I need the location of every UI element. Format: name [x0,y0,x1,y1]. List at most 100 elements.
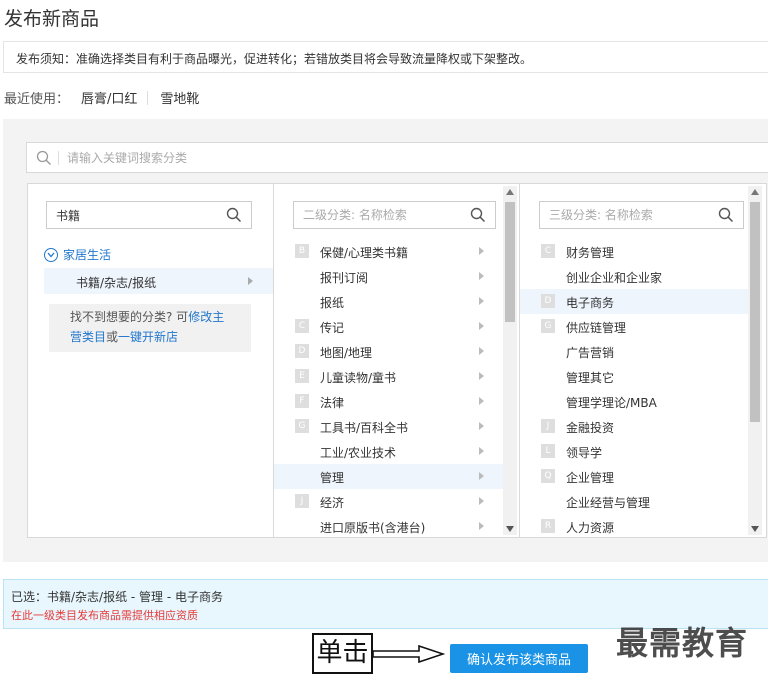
caret-right-icon [248,277,253,285]
level2-item-label: 工具书/百科全书 [320,421,409,435]
page-title: 发布新商品 [4,8,100,30]
open-new-store-link[interactable]: 一键开新店 [118,330,178,344]
scroll-up-icon[interactable] [506,189,514,195]
caret-right-icon [479,247,484,255]
level3-scrollbar[interactable] [748,186,762,535]
search-icon[interactable] [718,207,734,223]
level2-scroll-thumb[interactable] [505,202,515,322]
level3-item-label: 金融投资 [566,421,615,435]
level3-scroll-thumb[interactable] [750,202,760,422]
recent-item-snow-boots[interactable]: 雪地靴 [160,88,199,107]
level2-item-label: 管理 [320,471,345,485]
level2-item-label: 报纸 [320,296,345,310]
level2-item[interactable]: J 经济 [274,489,503,514]
level3-item-label: 电子商务 [566,296,615,310]
not-found-or: 或 [106,330,119,344]
recent-divider [147,90,149,105]
level3-search-box[interactable] [539,201,744,229]
level2-search-input[interactable] [303,206,453,224]
level2-list: B 保健/心理类书籍报刊订阅报纸 C 传记 D 地图/地理 E 儿童读物/童书 F 法律 G 工具书/… [274,239,503,537]
confirm-publish-button[interactable]: 确认发布该类商品 [450,644,588,673]
index-letter-badge: J [295,494,309,508]
level2-item-label: 报刊订阅 [320,271,369,285]
caret-right-icon [479,522,484,530]
level2-item[interactable]: 进口原版书(含港台) [274,514,503,537]
level3-item-label: 管理其它 [566,371,615,385]
level2-item[interactable]: C 传记 [274,314,503,339]
modify-main-category-link-a[interactable]: 修改主 [188,310,224,324]
recent-used-label: 最近使用： [4,92,70,107]
caret-right-icon [479,397,484,405]
category-search-input[interactable] [67,148,667,168]
level2-item[interactable]: 报纸 [274,289,503,314]
level3-item-label: 广告营销 [566,346,615,360]
caret-right-icon [479,272,484,280]
level2-item-label: 传记 [320,321,345,335]
recent-item-lipstick[interactable]: 唇膏/口红 [81,88,137,107]
level2-item[interactable]: B 保健/心理类书籍 [274,239,503,264]
level3-item[interactable]: 管理学理论/MBA [520,389,748,414]
level3-column: C 财务管理创业企业和企业家 D 电子商务 G 供应链管理广告营销管理其它管理学理论/MB… [519,183,767,538]
search-icon [36,150,51,165]
level2-item[interactable]: 报刊订阅 [274,264,503,289]
scroll-down-icon[interactable] [751,526,759,532]
not-found-text: 找不到想要的分类? 可 [70,310,189,324]
publish-notice-text: 发布须知：准确选择类目有利于商品曝光，促进转化；若错放类目将会导致流量降权或下架… [16,52,533,66]
level2-item-label: 工业/农业技术 [320,446,397,460]
level3-item[interactable]: 管理其它 [520,364,748,389]
level2-item[interactable]: F 法律 [274,389,503,414]
level1-search-input[interactable] [56,206,206,224]
index-letter-badge: C [295,319,309,333]
level3-item[interactable]: C 财务管理 [520,239,748,264]
level3-item[interactable]: G 供应链管理 [520,314,748,339]
level3-item[interactable]: J 金融投资 [520,414,748,439]
level2-item[interactable]: 工业/农业技术 [274,439,503,464]
category-search-bar[interactable] [26,142,768,173]
arrow-right-icon [373,645,445,663]
index-letter-badge: G [541,319,555,333]
level2-item[interactable]: D 地图/地理 [274,339,503,364]
level3-item[interactable]: 创业企业和企业家 [520,264,748,289]
level3-item[interactable]: D 电子商务 [520,289,748,314]
caret-right-icon [479,472,484,480]
level3-item-label: 人力资源 [566,521,615,535]
recent-used: 最近使用： 唇膏/口红 雪地靴 [4,88,199,107]
tree-parent-label: 家居生活 [63,248,112,262]
level3-search-input[interactable] [549,206,699,224]
level3-item-label: 领导学 [566,446,603,460]
level2-item-label: 法律 [320,396,345,410]
level3-item[interactable]: Q 企业管理 [520,464,748,489]
level3-item[interactable]: L 领导学 [520,439,748,464]
level2-scrollbar[interactable] [503,186,517,535]
level2-column: B 保健/心理类书籍报刊订阅报纸 C 传记 D 地图/地理 E 儿童读物/童书 F 法律 G 工具书/… [273,183,520,538]
caret-right-icon [479,422,484,430]
level2-item[interactable]: E 儿童读物/童书 [274,364,503,389]
level2-item-label: 地图/地理 [320,346,373,360]
modify-main-category-link-b[interactable]: 营类目 [70,330,106,344]
index-letter-badge: L [541,444,555,458]
chevron-down-icon [44,247,58,262]
level2-item-label: 进口原版书(含港台) [320,521,426,535]
watermark-logo: 最需教育 [616,624,749,662]
level3-list: C 财务管理 创业企业和企业家 D 电子商务 G 供应链管理广告营销管理其它管理学理论/MB… [520,239,748,537]
caret-right-icon [479,297,484,305]
tree-child-books[interactable]: 书籍/杂志/报纸 [44,268,273,294]
scroll-down-icon[interactable] [506,526,514,532]
index-letter-badge: D [295,344,309,358]
level1-search-box[interactable] [46,201,252,229]
level3-item-label: 供应链管理 [566,321,627,335]
level2-search-box[interactable] [293,201,496,229]
level3-item[interactable]: 企业经营与管理 [520,489,748,514]
search-icon[interactable] [470,207,486,223]
not-found-hint: 找不到想要的分类? 可修改主 营类目或一键开新店 [49,304,251,352]
search-icon[interactable] [226,207,242,223]
level2-item[interactable]: 管理 [274,464,503,489]
tree-parent-home-life[interactable]: 家居生活 [44,246,111,263]
search-divider [58,151,59,165]
scroll-up-icon[interactable] [751,189,759,195]
level3-item[interactable]: 广告营销 [520,339,748,364]
level3-item[interactable]: R 人力资源 [520,514,748,537]
index-letter-badge: D [541,294,555,308]
level2-item[interactable]: G 工具书/百科全书 [274,414,503,439]
caret-right-icon [479,347,484,355]
